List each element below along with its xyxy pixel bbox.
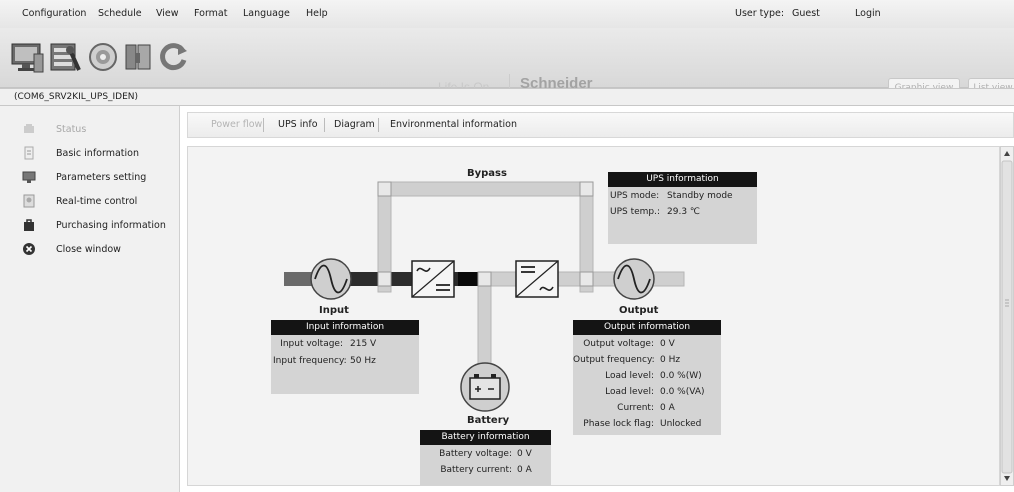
input-label: Input xyxy=(319,305,349,316)
monitor-tool-icon[interactable] xyxy=(10,40,44,74)
close-icon xyxy=(23,243,35,255)
sidebar-item-label: Real-time control xyxy=(56,196,138,207)
sidebar-item-label: Status xyxy=(56,124,87,135)
inverter-icon xyxy=(515,260,559,298)
monitor-icon xyxy=(22,171,36,183)
input-info-box: Input information Input voltage: 215 V I… xyxy=(271,320,419,394)
output-info-box: Output information Output voltage: 0 V O… xyxy=(573,320,721,435)
battery-label: Battery xyxy=(467,415,510,426)
load-level-va-label: Load level: xyxy=(605,387,654,397)
load-level-w-label: Load level: xyxy=(605,371,654,381)
battery-voltage-label: Battery voltage: xyxy=(439,449,512,459)
bypass-line-top xyxy=(377,181,594,197)
battery-voltage-value: 0 V xyxy=(517,449,532,459)
ups-info-box: UPS information UPS mode: Standby mode U… xyxy=(608,172,757,244)
menu-schedule[interactable]: Schedule xyxy=(98,8,142,19)
login-link[interactable]: Login xyxy=(855,8,881,19)
document-icon xyxy=(24,146,34,160)
output-frequency-label: Output frequency: xyxy=(573,355,655,365)
sidebar-item-label: Close window xyxy=(56,244,121,255)
bypass-label: Bypass xyxy=(467,168,507,179)
device-title-bar: (COM6_SRV2KIL_UPS_IDEN) xyxy=(0,88,1014,106)
tab-power-flow[interactable]: Power flow xyxy=(211,119,262,130)
ups-mode-value: Standby mode xyxy=(667,191,733,201)
user-type-value: Guest xyxy=(792,8,820,19)
battery-icon xyxy=(460,362,510,412)
current-value: 0 A xyxy=(660,403,675,413)
tab-separator xyxy=(263,118,264,132)
ups-info-title: UPS information xyxy=(608,172,757,187)
input-info-title: Input information xyxy=(271,320,419,335)
input-frequency-label: Input frequency: xyxy=(273,356,347,366)
battery-info-title: Battery information xyxy=(420,430,551,445)
box-tool-icon[interactable] xyxy=(122,40,156,74)
ups-temp-value: 29.3 ℃ xyxy=(667,207,701,217)
phase-lock-value: Unlocked xyxy=(660,419,702,429)
sidebar: Status Basic information Parameters sett… xyxy=(0,106,180,492)
bag-icon xyxy=(24,219,34,231)
ups-mode-label: UPS mode: xyxy=(610,191,660,201)
output-label: Output xyxy=(619,305,659,316)
tab-ups-info[interactable]: UPS info xyxy=(278,119,318,130)
load-level-va-value: 0.0 %(VA) xyxy=(660,387,705,397)
settings-tool-icon[interactable] xyxy=(48,40,82,74)
sidebar-item-label: Purchasing information xyxy=(56,220,166,231)
input-frequency-value: 50 Hz xyxy=(350,356,376,366)
tab-environmental-information[interactable]: Environmental information xyxy=(390,119,517,130)
control-icon xyxy=(23,194,35,208)
refresh-tool-icon[interactable] xyxy=(156,40,190,74)
scrollbar-graphic xyxy=(1001,151,1013,481)
battery-info-box: Battery information Battery voltage: 0 V… xyxy=(420,430,551,486)
vertical-scrollbar[interactable] xyxy=(1000,146,1014,486)
diagram-panel: Bypass Input Output Battery UPS informat… xyxy=(187,146,1000,486)
sidebar-item-label: Basic information xyxy=(56,148,139,159)
output-voltage-label: Output voltage: xyxy=(583,339,654,349)
user-type-label: User type: xyxy=(735,8,785,19)
menu-view[interactable]: View xyxy=(156,8,179,19)
output-voltage-value: 0 V xyxy=(660,339,675,349)
tab-separator xyxy=(378,118,379,132)
tab-diagram[interactable]: Diagram xyxy=(334,119,375,130)
phase-lock-label: Phase lock flag: xyxy=(583,419,654,429)
battery-current-label: Battery current: xyxy=(440,465,512,475)
ups-temp-label: UPS temp.: xyxy=(610,207,661,217)
load-level-w-value: 0.0 %(W) xyxy=(660,371,702,381)
status-icon xyxy=(24,124,34,133)
tab-separator xyxy=(324,118,325,132)
input-voltage-value: 215 V xyxy=(350,339,377,349)
menu-configuration[interactable]: Configuration xyxy=(22,8,86,19)
power-diagram xyxy=(284,181,685,412)
device-title: (COM6_SRV2KIL_UPS_IDEN) xyxy=(14,92,139,102)
toolbar: Life Is On Schneider Electric Graphic vi… xyxy=(0,28,1014,100)
input-source-icon xyxy=(310,258,352,300)
disc-tool-icon[interactable] xyxy=(86,40,120,74)
output-frequency-value: 0 Hz xyxy=(660,355,681,365)
sidebar-item-label: Parameters setting xyxy=(56,172,147,183)
input-voltage-label: Input voltage: xyxy=(280,339,343,349)
current-label: Current: xyxy=(617,403,654,413)
menu-help[interactable]: Help xyxy=(306,8,328,19)
scroll-up-icon[interactable] xyxy=(1004,151,1010,156)
battery-current-value: 0 A xyxy=(517,465,532,475)
menu-bar: Configuration Schedule View Format Langu… xyxy=(0,0,1014,28)
output-source-icon xyxy=(613,258,655,300)
menu-format[interactable]: Format xyxy=(194,8,227,19)
rectifier-icon xyxy=(411,260,455,298)
menu-language[interactable]: Language xyxy=(243,8,290,19)
scroll-down-icon[interactable] xyxy=(1004,476,1010,481)
output-info-title: Output information xyxy=(573,320,721,335)
tab-bar: Power flow UPS info Diagram Environmenta… xyxy=(187,112,1014,138)
scrollbar-thumb[interactable] xyxy=(1001,160,1013,474)
